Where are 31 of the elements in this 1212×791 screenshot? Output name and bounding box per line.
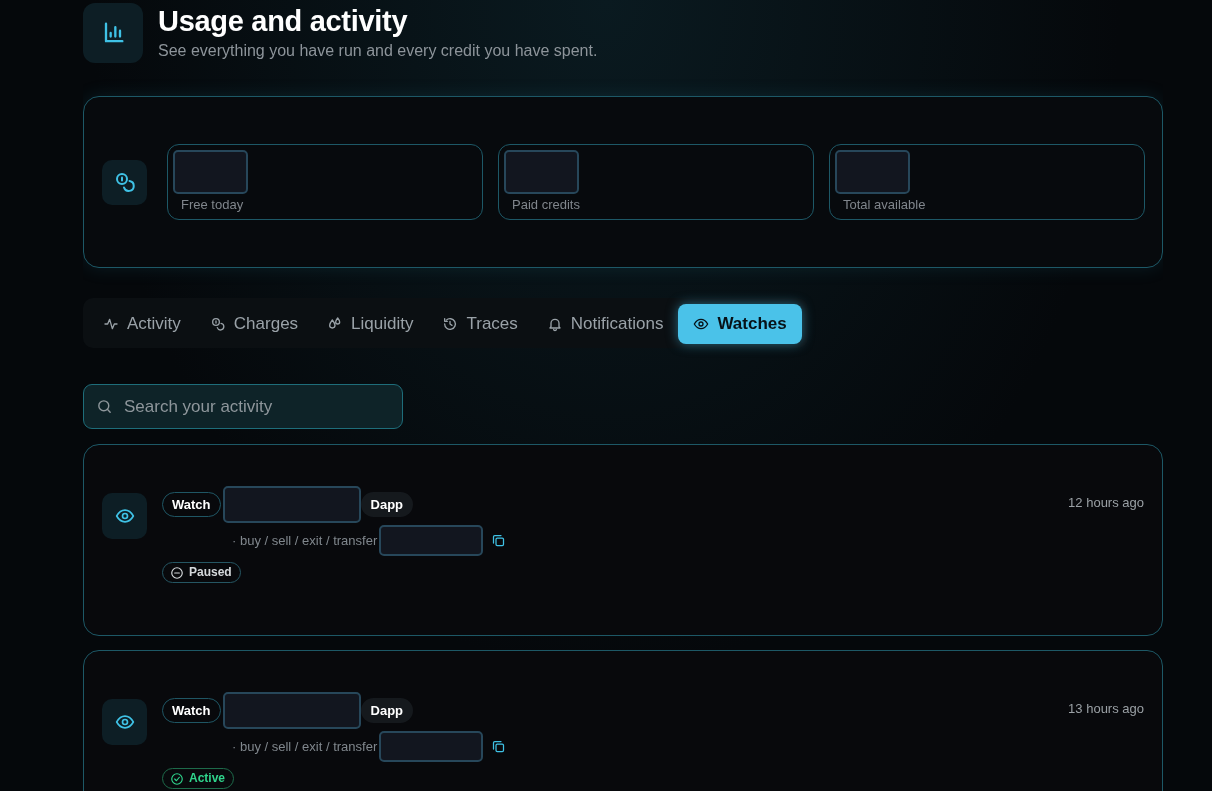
tab[interactable]: Liquidity [313, 304, 425, 344]
credit-label: Total available [843, 197, 927, 213]
timestamp: 13 hours ago [1068, 701, 1144, 718]
page-subtitle: See everything you have run and every credit you have spent. [158, 41, 598, 61]
tab[interactable]: Watches [678, 304, 802, 344]
tab[interactable]: Activity [89, 304, 192, 344]
timestamp: 12 hours ago [1068, 495, 1144, 512]
credit-label: Free today [181, 197, 245, 213]
page-title: Usage and activity [158, 4, 409, 39]
search-field[interactable]: Search your activity [83, 384, 403, 429]
eye-icon [114, 506, 135, 526]
check-circle-icon [170, 771, 184, 786]
eye-icon [693, 316, 710, 332]
copy-button[interactable] [491, 739, 507, 754]
copy-icon [491, 739, 507, 754]
copy-icon [491, 533, 507, 548]
credit-label: Paid credits [512, 197, 581, 213]
minus-circle-icon [170, 565, 184, 580]
chain-tag: Dapp [360, 492, 414, 517]
tab[interactable]: Notifications [532, 304, 675, 344]
watch-actions: · buy / sell / exit / transfer [232, 533, 378, 548]
search-icon [96, 398, 113, 415]
watch-actions: · buy / sell / exit / transfer [232, 739, 378, 754]
tab[interactable]: Traces [428, 304, 529, 344]
copy-button[interactable] [491, 533, 507, 548]
chain-tag: Dapp [360, 698, 414, 723]
coins-icon [209, 316, 226, 332]
pulse-icon [103, 316, 119, 332]
eye-icon [114, 712, 135, 732]
history-icon [442, 316, 459, 332]
tab[interactable]: Charges [195, 304, 310, 344]
